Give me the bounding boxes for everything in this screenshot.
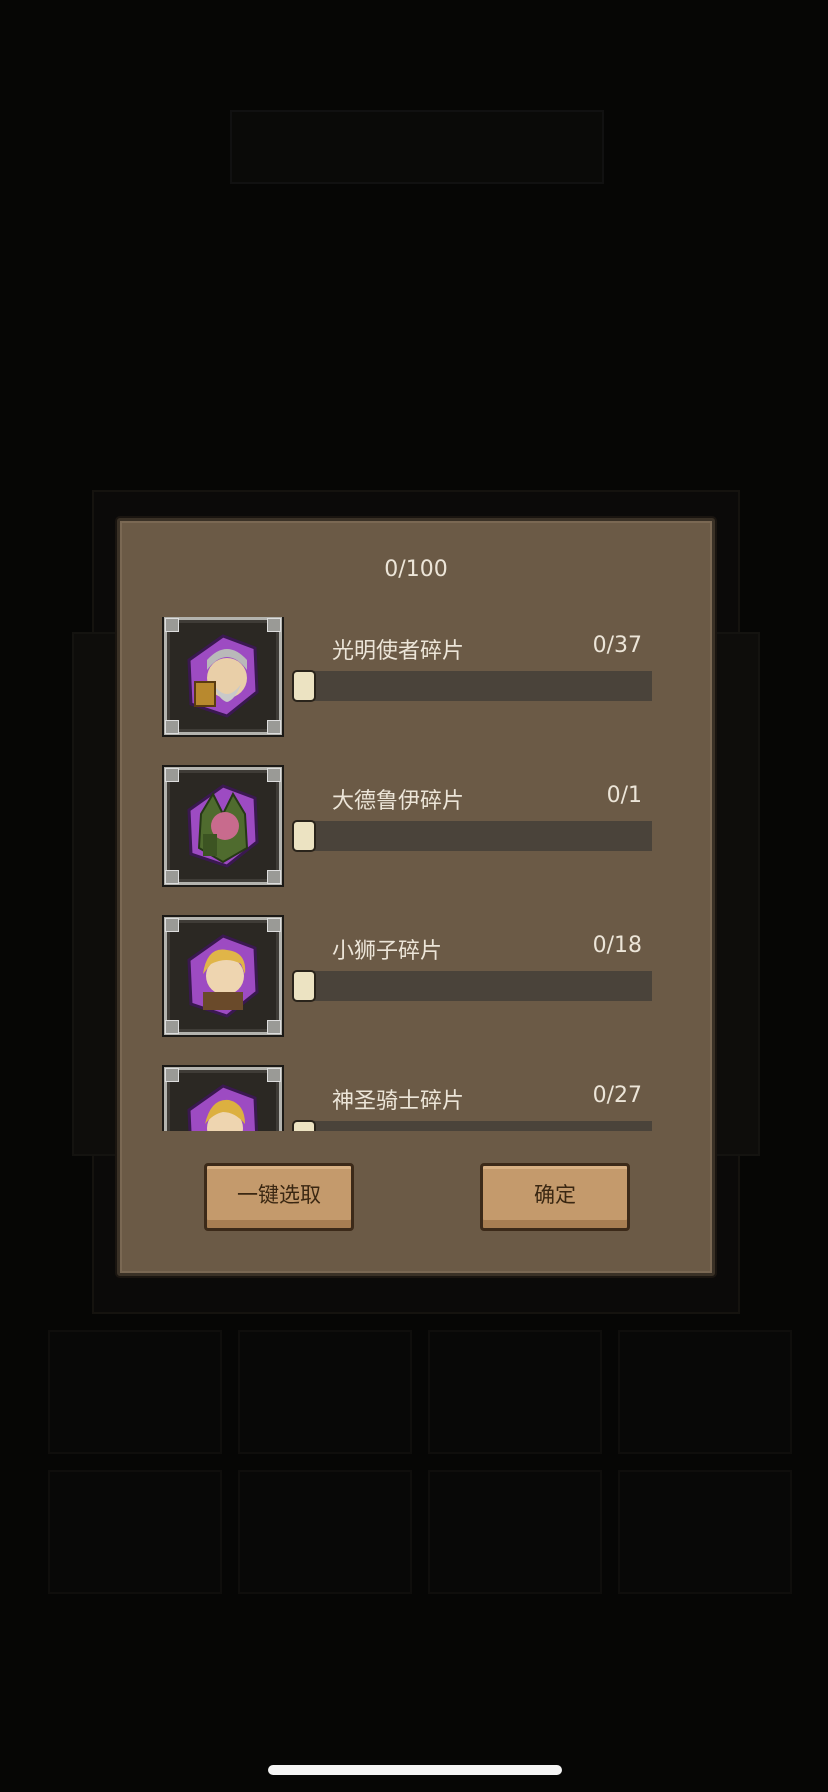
list-item[interactable]: 神圣骑士碎片 0/27 [120, 1067, 712, 1131]
shard-name: 小狮子碎片 [332, 939, 443, 964]
selection-slider-track[interactable] [298, 671, 652, 701]
mage-hero-portrait-icon [187, 634, 259, 718]
background-title-panel [230, 110, 604, 184]
shard-count: 0/37 [592, 633, 642, 658]
selection-slider-track[interactable] [298, 971, 652, 1001]
shard-name: 大德鲁伊碎片 [332, 789, 465, 814]
list-item[interactable]: 小狮子碎片 0/18 [120, 917, 712, 1067]
shard-count: 0/18 [592, 933, 642, 958]
shard-count: 0/27 [592, 1083, 642, 1108]
list-item[interactable]: 光明使者碎片 0/37 [120, 617, 712, 767]
shard-select-dialog: 0/100 光明使者碎片 0/37 大德鲁伊碎片 0/1 小狮子碎片 0/18 … [117, 518, 715, 1276]
shard-portrait-frame [164, 767, 282, 885]
shard-name: 神圣骑士碎片 [332, 1089, 465, 1114]
shard-count: 0/1 [606, 783, 642, 808]
selection-slider-handle[interactable] [292, 970, 316, 1002]
shard-portrait-frame [164, 917, 282, 1035]
selection-slider-track[interactable] [298, 821, 652, 851]
selection-slider-handle[interactable] [292, 1120, 316, 1131]
lion-hero-portrait-icon [187, 934, 259, 1018]
selection-slider-track[interactable] [298, 1121, 652, 1131]
selection-slider-handle[interactable] [292, 670, 316, 702]
confirm-button[interactable]: 确定 [480, 1163, 630, 1231]
selection-slider-handle[interactable] [292, 820, 316, 852]
shard-portrait-frame [164, 617, 282, 735]
home-indicator[interactable] [268, 1765, 562, 1775]
select-all-button[interactable]: 一键选取 [204, 1163, 354, 1231]
paladin-hero-portrait-icon [187, 1084, 259, 1131]
background-grid [48, 1330, 792, 1750]
shard-list[interactable]: 光明使者碎片 0/37 大德鲁伊碎片 0/1 小狮子碎片 0/18 神圣骑士碎片… [120, 617, 712, 1131]
total-selected-counter: 0/100 [384, 557, 448, 582]
list-item[interactable]: 大德鲁伊碎片 0/1 [120, 767, 712, 917]
druid-hero-portrait-icon [187, 784, 259, 868]
shard-portrait-frame [164, 1067, 282, 1131]
shard-name: 光明使者碎片 [332, 639, 465, 664]
